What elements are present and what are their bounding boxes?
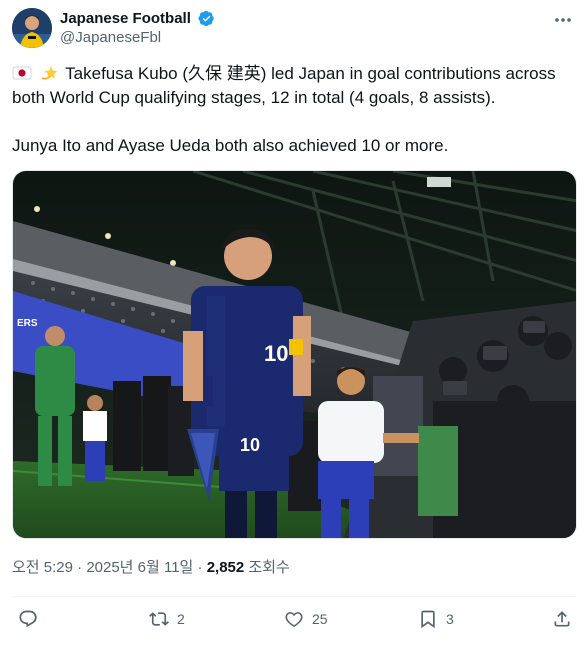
tweet-text-line1: Takefusa Kubo (久保 建英) led Japan in goal … [12, 64, 556, 107]
dizzy-star-icon [41, 66, 58, 80]
tweet-meta: 오전 5:29 · 2025년 6월 11일 · 2,852 조회수 [12, 558, 290, 578]
retweet-button[interactable]: 2 [149, 608, 185, 630]
retweet-count: 2 [177, 611, 185, 627]
verified-badge-icon [198, 10, 215, 27]
action-bar: 2 25 3 [12, 600, 575, 640]
tweet-header: Japanese Football @JapaneseFbl [12, 8, 575, 50]
meta-separator: · [77, 559, 83, 576]
tweet-photo[interactable]: ERS 10 10 [12, 170, 577, 539]
meta-separator: · [197, 559, 203, 576]
share-button[interactable] [552, 608, 580, 630]
photo-image: ERS 10 10 [13, 171, 576, 538]
heart-icon [285, 612, 303, 627]
more-icon [555, 18, 571, 22]
avatar[interactable] [12, 8, 52, 48]
like-count: 25 [312, 611, 328, 627]
like-button[interactable]: 25 [284, 608, 328, 630]
tweet-text: Takefusa Kubo (久保 建英) led Japan in goal … [12, 62, 575, 158]
svg-text:ERS: ERS [17, 318, 38, 329]
svg-text:10: 10 [240, 435, 260, 455]
share-icon [554, 611, 570, 627]
tweet-time[interactable]: 오전 5:29 [12, 559, 73, 576]
reply-icon [19, 610, 37, 628]
tweet-text-line2: Junya Ito and Ayase Ueda both also achie… [12, 136, 449, 155]
bookmark-count: 3 [446, 611, 454, 627]
japan-flag-icon [12, 66, 32, 80]
svg-text:10: 10 [264, 341, 288, 366]
bookmark-icon [421, 610, 435, 629]
views-count: 2,852 [206, 559, 245, 576]
bookmark-button[interactable]: 3 [418, 608, 454, 630]
tweet-date[interactable]: 2025년 6월 11일 [86, 559, 193, 576]
reply-button[interactable] [18, 608, 46, 630]
author-handle[interactable]: @JapaneseFbl [60, 28, 215, 48]
retweet-icon [149, 612, 169, 626]
more-options-button[interactable] [553, 12, 573, 28]
author-display-name[interactable]: Japanese Football [60, 9, 191, 28]
views-label: 조회수 [248, 559, 290, 576]
divider [12, 596, 575, 597]
